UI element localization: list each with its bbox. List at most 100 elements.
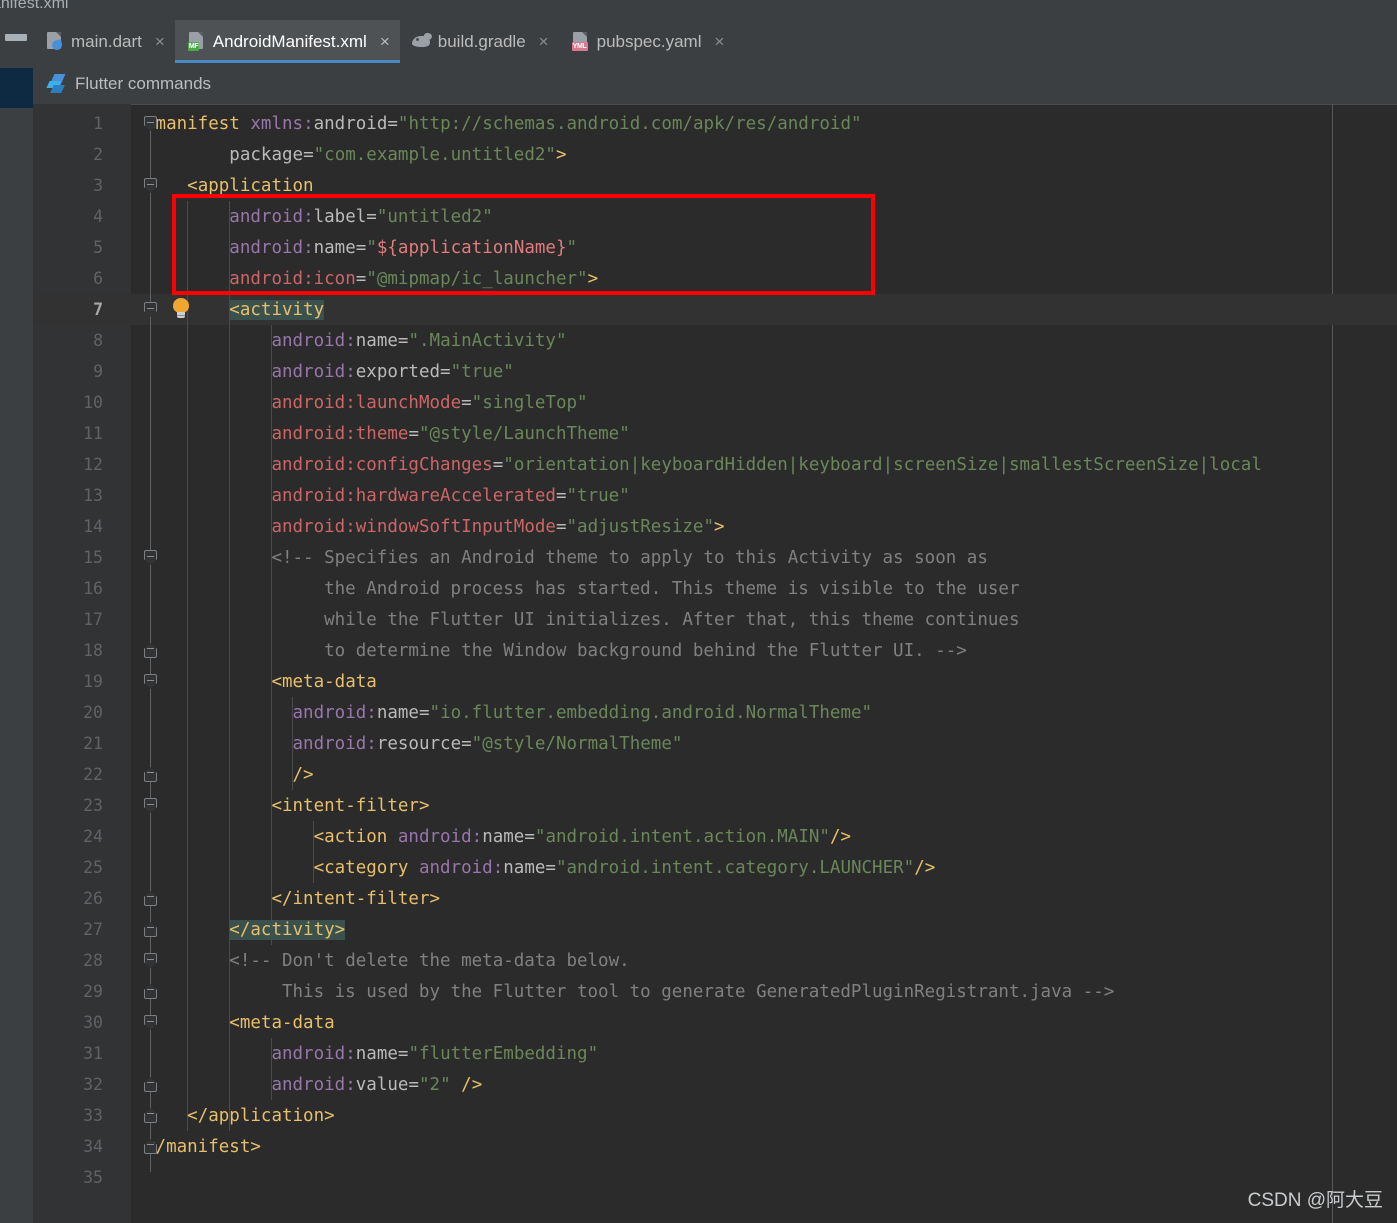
code-line[interactable]: 1 <manifest xmlns:android="http://schemas… bbox=[33, 108, 1397, 139]
code-line-text: android:hardwareAccelerated="true" bbox=[271, 485, 630, 506]
flutter-commands-bar[interactable]: Flutter commands bbox=[33, 63, 1397, 104]
line-number: 32 bbox=[83, 1075, 103, 1094]
code-line[interactable]: 3 <application bbox=[33, 170, 1397, 201]
code-line[interactable]: 16 the Android process has started. This… bbox=[33, 573, 1397, 604]
flutter-commands-label: Flutter commands bbox=[75, 73, 212, 93]
code-line-text: <!-- Don't delete the meta-data below. bbox=[229, 950, 630, 971]
code-line-text: <!-- Specifies an Android theme to apply… bbox=[271, 547, 988, 568]
code-line[interactable]: 30 <meta-data bbox=[33, 1007, 1397, 1038]
tab-main-dart[interactable]: main.dart × bbox=[33, 20, 175, 63]
line-number: 28 bbox=[83, 951, 103, 970]
code-line-text: android:configChanges="orientation|keybo… bbox=[271, 454, 1262, 475]
code-line-text: to determine the Window background behin… bbox=[145, 640, 967, 661]
line-number: 29 bbox=[83, 982, 103, 1001]
code-line-text: android:name="flutterEmbedding" bbox=[271, 1043, 599, 1064]
code-line-text: <category android:name="android.intent.c… bbox=[313, 857, 936, 878]
code-line-text: </manifest> bbox=[145, 1136, 261, 1157]
code-line[interactable]: 23 <intent-filter> bbox=[33, 790, 1397, 821]
tab-androidmanifest-xml[interactable]: MF AndroidManifest.xml × bbox=[174, 20, 400, 63]
code-line-text: </application> bbox=[187, 1105, 335, 1126]
code-line[interactable]: 5 android:name="${applicationName}" bbox=[33, 232, 1397, 263]
minimize-bar-icon[interactable] bbox=[5, 34, 27, 41]
line-number: 16 bbox=[83, 579, 103, 598]
code-line[interactable]: 10 android:launchMode="singleTop" bbox=[33, 387, 1397, 418]
code-line[interactable]: 19 <meta-data bbox=[33, 666, 1397, 697]
code-line-text: the Android process has started. This th… bbox=[145, 578, 1020, 599]
line-number: 13 bbox=[83, 486, 103, 505]
tab-close-icon[interactable]: × bbox=[539, 33, 549, 50]
line-number: 15 bbox=[83, 548, 103, 567]
dart-file-icon bbox=[45, 32, 64, 51]
tab-close-icon[interactable]: × bbox=[715, 33, 725, 50]
code-line-text: package="com.example.untitled2"> bbox=[229, 144, 567, 165]
code-line[interactable]: 32 android:value="2" /> bbox=[33, 1069, 1397, 1100]
code-line[interactable]: 18 to determine the Window background be… bbox=[33, 635, 1397, 666]
line-number: 34 bbox=[83, 1137, 103, 1156]
tab-close-icon[interactable]: × bbox=[380, 33, 390, 50]
code-line-text: android:name="io.flutter.embedding.andro… bbox=[292, 702, 873, 723]
code-line-text: <intent-filter> bbox=[271, 795, 430, 816]
code-line[interactable]: 12 android:configChanges="orientation|ke… bbox=[33, 449, 1397, 480]
tab-close-icon[interactable]: × bbox=[155, 33, 165, 50]
rail-active-indicator[interactable] bbox=[0, 68, 33, 108]
line-number: 24 bbox=[83, 827, 103, 846]
code-line[interactable]: 34 </manifest> bbox=[33, 1131, 1397, 1162]
line-number: 30 bbox=[83, 1013, 103, 1032]
tab-label: build.gradle bbox=[437, 31, 526, 51]
line-number: 20 bbox=[83, 703, 103, 722]
line-number: 5 bbox=[93, 238, 103, 257]
line-number: 33 bbox=[83, 1106, 103, 1125]
code-line[interactable]: 7 <activity bbox=[33, 294, 1397, 325]
code-line[interactable]: 31 android:name="flutterEmbedding" bbox=[33, 1038, 1397, 1069]
code-line[interactable]: 13 android:hardwareAccelerated="true" bbox=[33, 480, 1397, 511]
code-content[interactable]: 1 <manifest xmlns:android="http://schemas… bbox=[33, 104, 1397, 1223]
code-line[interactable]: 11 android:theme="@style/LaunchTheme" bbox=[33, 418, 1397, 449]
code-line[interactable]: 29 This is used by the Flutter tool to g… bbox=[33, 976, 1397, 1007]
watermark-label: CSDN @阿大豆 bbox=[1247, 1190, 1383, 1211]
code-line[interactable]: 6 android:icon="@mipmap/ic_launcher"> bbox=[33, 263, 1397, 294]
code-line[interactable]: 8 android:name=".MainActivity" bbox=[33, 325, 1397, 356]
code-line[interactable]: 26 </intent-filter> bbox=[33, 883, 1397, 914]
code-line[interactable]: 20 android:name="io.flutter.embedding.an… bbox=[33, 697, 1397, 728]
code-line[interactable]: 22 /> bbox=[33, 759, 1397, 790]
flutter-logo-icon bbox=[46, 73, 66, 94]
code-editor[interactable]: 1 <manifest xmlns:android="http://schemas… bbox=[33, 104, 1397, 1223]
code-line-text: android:name="${applicationName}" bbox=[229, 237, 578, 258]
gradle-file-icon bbox=[411, 32, 431, 51]
code-line[interactable]: 25 <category android:name="android.inten… bbox=[33, 852, 1397, 883]
code-line[interactable]: 14 android:windowSoftInputMode="adjustRe… bbox=[33, 511, 1397, 542]
code-line-text: <meta-data bbox=[271, 671, 377, 692]
left-tool-rail bbox=[0, 20, 33, 1223]
code-line-text: android:resource="@style/NormalTheme" bbox=[292, 733, 683, 754]
editor-tab-bar: main.dart × MF AndroidManifest.xml × bui… bbox=[33, 20, 1397, 63]
code-line-text: <meta-data bbox=[229, 1012, 335, 1033]
code-line[interactable]: 24 <action android:name="android.intent.… bbox=[33, 821, 1397, 852]
code-line[interactable]: 17 while the Flutter UI initializes. Aft… bbox=[33, 604, 1397, 635]
code-line[interactable]: 27 </activity> bbox=[33, 914, 1397, 945]
ide-window: anifest.xml main.dart × MF AndroidManife… bbox=[0, 0, 1397, 1223]
lightbulb-icon[interactable] bbox=[172, 298, 190, 320]
code-line[interactable]: 28 <!-- Don't delete the meta-data below… bbox=[33, 945, 1397, 976]
code-line-text: <manifest xmlns:android="http://schemas.… bbox=[145, 113, 862, 134]
line-number: 7 bbox=[93, 300, 103, 319]
line-number: 27 bbox=[83, 920, 103, 939]
code-line[interactable]: 4 android:label="untitled2" bbox=[33, 201, 1397, 232]
breadcrumb-label: anifest.xml bbox=[0, 0, 69, 12]
line-number: 4 bbox=[93, 207, 103, 226]
line-number: 2 bbox=[93, 145, 103, 164]
code-line[interactable]: 9 android:exported="true" bbox=[33, 356, 1397, 387]
tab-build-gradle[interactable]: build.gradle × bbox=[400, 20, 559, 63]
tab-label: pubspec.yaml bbox=[596, 31, 702, 51]
line-number: 21 bbox=[83, 734, 103, 753]
code-line-text: android:name=".MainActivity" bbox=[271, 330, 567, 351]
code-line[interactable]: 33 </application> bbox=[33, 1100, 1397, 1131]
code-line-text: android:windowSoftInputMode="adjustResiz… bbox=[271, 516, 725, 537]
line-number: 31 bbox=[83, 1044, 103, 1063]
tab-label: main.dart bbox=[71, 31, 142, 51]
code-line[interactable]: 21 android:resource="@style/NormalTheme" bbox=[33, 728, 1397, 759]
code-line[interactable]: 15 <!-- Specifies an Android theme to ap… bbox=[33, 542, 1397, 573]
tab-pubspec-yaml[interactable]: YML pubspec.yaml × bbox=[559, 20, 735, 63]
line-number: 14 bbox=[83, 517, 103, 536]
code-line[interactable]: 2 package="com.example.untitled2"> bbox=[33, 139, 1397, 170]
code-line[interactable]: 35 bbox=[33, 1162, 1397, 1193]
